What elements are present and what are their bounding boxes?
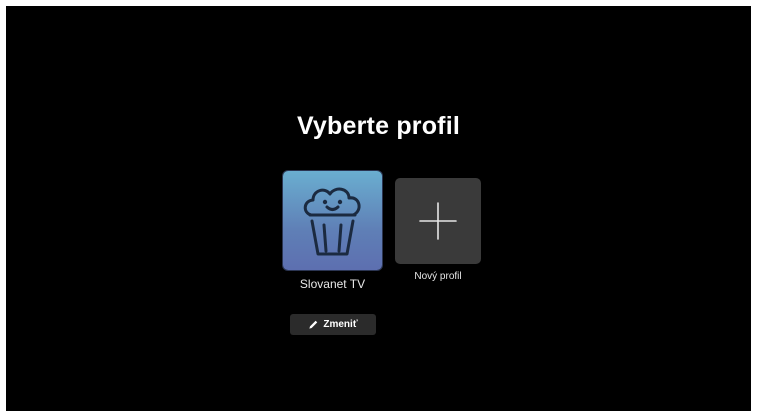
profile-label-slovanet: Slovanet TV (299, 277, 366, 291)
plus-icon (419, 202, 457, 240)
add-profile-tile[interactable] (395, 178, 481, 264)
edit-profiles-button[interactable]: Zmeniť (290, 314, 376, 335)
profile-label-new: Nový profil (414, 271, 462, 282)
edit-button-label: Zmeniť (323, 319, 358, 330)
profile-tile-slovanet[interactable] (283, 171, 382, 270)
pencil-icon (309, 320, 318, 329)
page-title: Vyberte profil (296, 112, 461, 140)
popcorn-icon (303, 187, 361, 256)
